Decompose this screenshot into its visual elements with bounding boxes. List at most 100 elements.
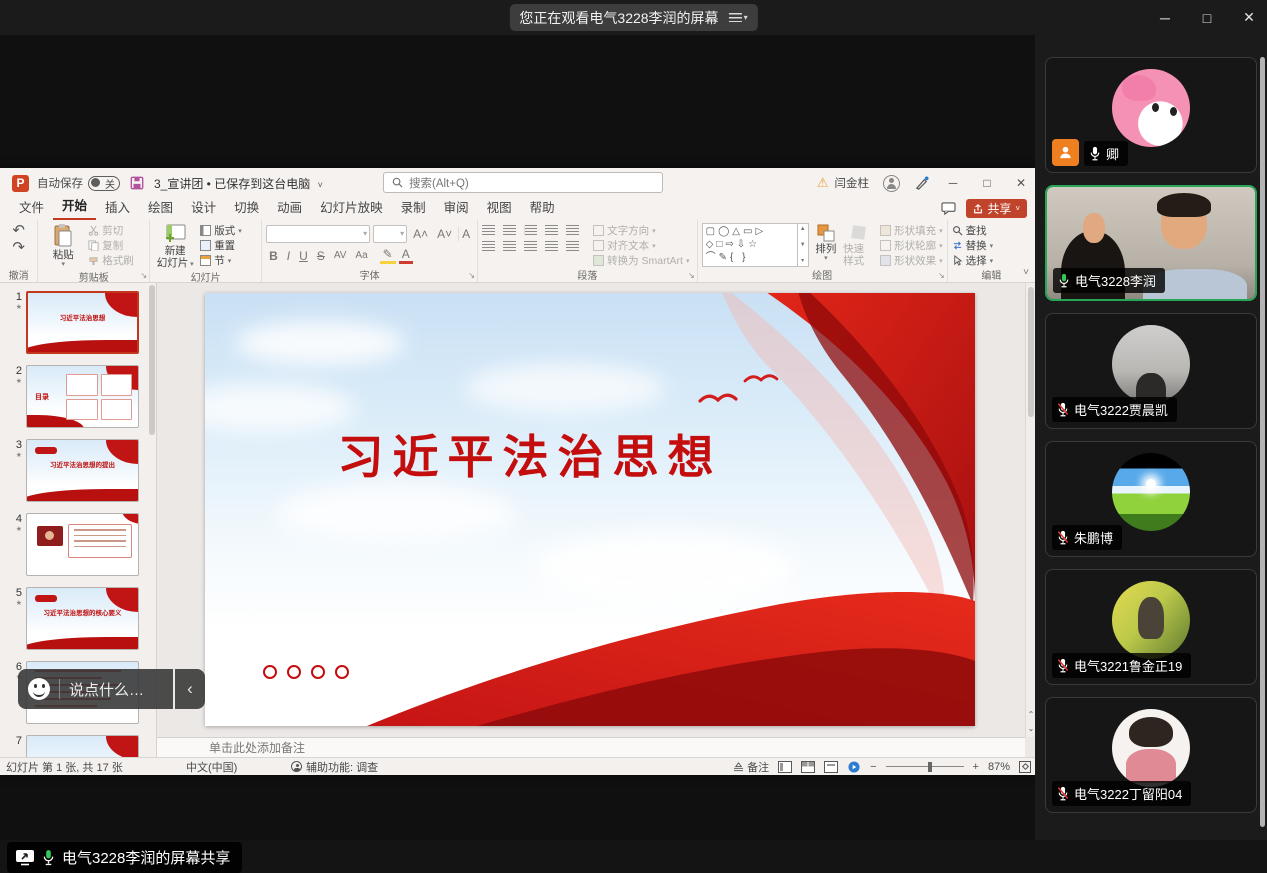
slide-thumb-image[interactable] <box>26 735 139 757</box>
participant-tile[interactable]: 电气3222贾晨凯 <box>1045 313 1257 429</box>
tab-design[interactable]: 设计 <box>182 197 225 220</box>
reset-button[interactable]: 重置 <box>200 238 242 253</box>
redo-button[interactable]: ↷ <box>12 240 25 255</box>
tab-draw[interactable]: 绘图 <box>139 197 182 220</box>
banner-menu-icon[interactable]: ▾ <box>729 13 748 22</box>
tab-home[interactable]: 开始 <box>53 195 96 220</box>
tab-record[interactable]: 录制 <box>392 197 435 220</box>
participant-tile[interactable]: 电气3228李润 <box>1045 185 1257 301</box>
tab-slideshow[interactable]: 幻灯片放映 <box>311 197 392 220</box>
close-button[interactable]: ✕ <box>1241 9 1257 26</box>
replace-button[interactable]: 替换 ▾ <box>952 238 994 253</box>
smartart-button[interactable]: 转换为 SmartArt ▾ <box>593 253 689 268</box>
normal-view-button[interactable] <box>778 761 792 773</box>
slide-canvas[interactable]: 习近平法治思想 <box>205 293 975 726</box>
thumbnail-4[interactable]: 4 ★ <box>6 513 139 576</box>
italic-button[interactable]: I <box>284 249 293 263</box>
participant-tile[interactable]: 电气3222丁留阳04 <box>1045 697 1257 813</box>
bullets-button[interactable] <box>482 225 495 235</box>
align-center-button[interactable] <box>503 241 516 251</box>
participant-tile[interactable]: 电气3221鲁金正19 <box>1045 569 1257 685</box>
shrink-font-button[interactable]: A˅ <box>434 227 455 241</box>
align-left-button[interactable] <box>482 241 495 251</box>
justify-button[interactable] <box>545 241 558 251</box>
chat-input[interactable]: 说点什么… <box>18 669 173 709</box>
highlight-color-button[interactable]: ✎ <box>380 247 396 264</box>
warning-icon[interactable]: ⚠ <box>817 175 829 191</box>
zoom-slider-thumb[interactable] <box>928 762 932 772</box>
ppt-close-button[interactable]: ✕ <box>1011 176 1031 190</box>
scrollbar-thumb[interactable] <box>1028 287 1034 417</box>
viewing-banner[interactable]: 您正在观看电气3228李润的屏幕 ▾ <box>509 4 757 31</box>
language-status[interactable]: 中文(中国) <box>186 759 291 775</box>
shapes-gallery-scroll[interactable]: ▲ ▼ ▾ <box>798 223 809 267</box>
slide-thumb-image[interactable] <box>26 513 139 576</box>
slide-thumb-image[interactable]: 习近平法治思想的核心要义 <box>26 587 139 650</box>
dialog-launcher-icon[interactable]: ↘ <box>938 271 945 280</box>
thumbnail-1[interactable]: 1 ★ 习近平法治思想 <box>6 291 139 354</box>
dialog-launcher-icon[interactable]: ↘ <box>688 271 695 280</box>
shape-effects-button[interactable]: 形状效果 ▾ <box>880 253 943 268</box>
tab-file[interactable]: 文件 <box>10 197 53 220</box>
zoom-slider[interactable] <box>886 766 964 768</box>
accessibility-status[interactable]: 辅助功能: 调查 <box>291 759 378 775</box>
arrange-button[interactable]: 排列 ▾ <box>813 223 839 263</box>
clear-formatting-button[interactable]: A <box>458 227 473 241</box>
comment-icon[interactable] <box>941 202 956 215</box>
minimize-button[interactable]: ─ <box>1157 10 1173 26</box>
grow-font-button[interactable]: A˄ <box>410 227 431 241</box>
fit-to-window-button[interactable] <box>1019 761 1031 773</box>
slide-position-status[interactable]: 幻灯片 第 1 张, 共 17 张 <box>6 759 186 775</box>
notes-toggle-button[interactable]: 备注 <box>733 759 769 775</box>
numbering-button[interactable] <box>503 225 516 235</box>
format-painter-button[interactable]: 格式刷 <box>88 253 134 268</box>
tab-view[interactable]: 视图 <box>478 197 521 220</box>
increase-indent-button[interactable] <box>545 225 558 235</box>
columns-button[interactable] <box>566 241 579 251</box>
thumbnail-scrollbar[interactable] <box>149 285 155 435</box>
paste-button[interactable]: 粘贴 ▾ <box>42 223 84 269</box>
find-button[interactable]: 查找 <box>952 223 994 238</box>
thumbnail-5[interactable]: 5 ★ 习近平法治思想的核心要义 <box>6 587 139 650</box>
account-name[interactable]: 闫金柱 <box>835 175 870 191</box>
ppt-minimize-button[interactable]: ─ <box>943 176 963 190</box>
copy-button[interactable]: 复制 <box>88 238 134 253</box>
autosave-toggle[interactable]: 关 <box>88 176 120 191</box>
slide-title[interactable]: 习近平法治思想 <box>205 421 855 487</box>
shape-fill-button[interactable]: 形状填充 ▾ <box>880 223 943 238</box>
slide-thumb-image[interactable]: 习近平法治思想的提出 <box>26 439 139 502</box>
screen-share-status[interactable]: 电气3228李润的屏幕共享 <box>7 842 242 873</box>
document-title[interactable]: 3_宣讲团 • 已保存到这台电脑 ˅ <box>154 175 323 192</box>
editor-scrollbar[interactable]: ⌃ ⌄ <box>1025 283 1035 737</box>
dialog-launcher-icon[interactable]: ↘ <box>468 271 475 280</box>
tab-review[interactable]: 审阅 <box>435 197 478 220</box>
notes-pane[interactable]: 单击此处添加备注 <box>157 737 1025 757</box>
dialog-launcher-icon[interactable]: ↘ <box>140 271 147 280</box>
participant-tile[interactable]: 卿 <box>1045 57 1257 173</box>
change-case-button[interactable]: Aa <box>352 250 370 261</box>
align-right-button[interactable] <box>524 241 537 251</box>
bold-button[interactable]: B <box>266 249 281 263</box>
tab-insert[interactable]: 插入 <box>96 197 139 220</box>
tab-help[interactable]: 帮助 <box>521 197 564 220</box>
zoom-out-button[interactable]: − <box>870 761 876 773</box>
font-color-button[interactable]: A <box>399 247 413 264</box>
slideshow-view-button[interactable] <box>847 761 861 773</box>
select-button[interactable]: 选择 ▾ <box>952 253 994 268</box>
slide-sorter-view-button[interactable] <box>801 761 815 773</box>
text-direction-button[interactable]: 文字方向 ▾ <box>593 223 689 238</box>
cut-button[interactable]: 剪切 <box>88 223 134 238</box>
character-spacing-button[interactable]: AV <box>331 250 350 261</box>
align-text-button[interactable]: 对齐文本 ▾ <box>593 238 689 253</box>
zoom-in-button[interactable]: + <box>973 761 979 773</box>
search-input[interactable]: 搜索(Alt+Q) <box>383 172 663 193</box>
account-avatar[interactable] <box>883 175 900 192</box>
layout-button[interactable]: 版式 ▾ <box>200 223 242 238</box>
thumbnail-3[interactable]: 3 ★ 习近平法治思想的提出 <box>6 439 139 502</box>
emoji-icon[interactable] <box>28 678 50 700</box>
tab-transitions[interactable]: 切换 <box>225 197 268 220</box>
share-button[interactable]: 共享 ˅ <box>966 199 1027 218</box>
slide-thumb-image[interactable]: 目录 <box>26 365 139 428</box>
new-slide-button[interactable]: 新建 幻灯片 ▾ <box>154 223 196 269</box>
autosave-control[interactable]: 自动保存 关 <box>37 175 120 191</box>
